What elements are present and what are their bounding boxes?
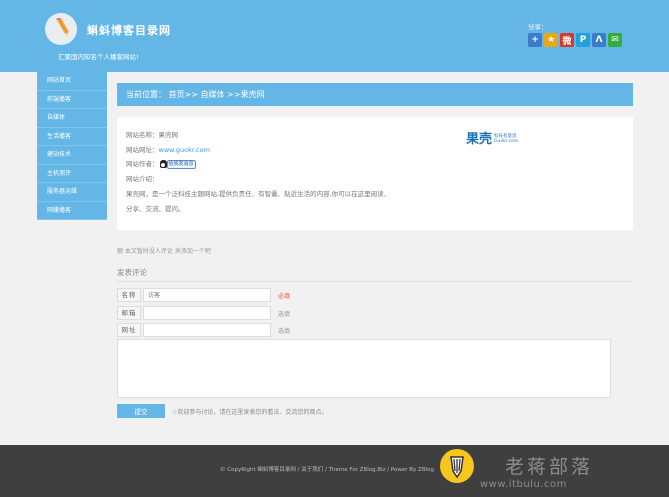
- guokr-logo-sub2: Guokr.com: [494, 139, 519, 144]
- site-intro-text: 果壳网，是一个泛科技主题网站,提供负责任、有智囊、贴近生活的内容,你可以在这里阅…: [126, 190, 391, 198]
- breadcrumb: 当前位置： 首页>> 自媒体 >>果壳网: [117, 83, 633, 106]
- site-author-label: 网站作者：: [126, 160, 159, 168]
- guokr-logo: 果壳 科技有意思 Guokr.com: [466, 126, 534, 152]
- submit-button[interactable]: 提交: [117, 404, 165, 418]
- submit-hint: ☆欢迎参与讨论，请在这里发表您的看法、交流您的观点。: [172, 409, 328, 416]
- sidebar-item-3[interactable]: 生活播客: [37, 127, 107, 146]
- site-name-row: 网站名称：果壳网: [126, 129, 178, 139]
- site-intro-text-2: 分享、交流、提问。: [126, 205, 185, 213]
- site-author-row: 网站作者： 给我发消息: [126, 158, 196, 169]
- sidebar-item-6[interactable]: 服务器运维: [37, 183, 107, 202]
- sidebar-item-2[interactable]: 自媒体: [37, 109, 107, 128]
- qq-badge-label: 给我发消息: [166, 159, 196, 169]
- email-optional-note: 选填: [278, 311, 291, 318]
- name-field-label: 名称: [117, 288, 141, 302]
- url-optional-note: 选填: [278, 328, 291, 335]
- footer-copyright: © CopyRight 蝌蚪博客目录网 / 关于我们 / Theme For Z…: [220, 467, 434, 473]
- name-input[interactable]: [143, 288, 271, 302]
- plus-icon[interactable]: +: [528, 33, 542, 47]
- site-info-panel: 网站名称：果壳网 网站网址：www.guokr.com 网站作者： 给我发消息 网…: [117, 117, 633, 230]
- site-url-label: 网站网址：: [126, 146, 159, 154]
- sidebar-item-1[interactable]: 前端播客: [37, 90, 107, 109]
- share-label: 分享：: [528, 23, 548, 31]
- guokr-logo-text: 果壳: [466, 131, 493, 147]
- comment-divider: [117, 281, 633, 282]
- site-header: 蝌蚪博客目录网 汇聚国内知名个人播客网站! 分享： + ★ 微 P Λ ✉: [0, 0, 669, 72]
- site-name-label: 网站名称：: [126, 131, 159, 139]
- site-intro-label: 网站介绍：: [126, 175, 159, 183]
- weibo-icon[interactable]: 微: [560, 33, 574, 47]
- sidebar-item-4[interactable]: 建站技术: [37, 146, 107, 165]
- comment-textarea[interactable]: [117, 339, 611, 398]
- url-input[interactable]: [143, 323, 271, 337]
- star-icon[interactable]: ★: [544, 33, 558, 47]
- lambda-icon[interactable]: Λ: [592, 33, 606, 47]
- sidebar-item-5[interactable]: 主机测评: [37, 164, 107, 183]
- sidebar-item-0[interactable]: 网站首页: [37, 72, 107, 91]
- site-url-link[interactable]: www.guokr.com: [159, 146, 210, 154]
- comment-heading: 发表评论: [117, 268, 147, 277]
- sidebar-nav: 网站首页 前端播客 自媒体 生活播客 建站技术 主机测评 服务器运维 网赚播客: [37, 72, 107, 220]
- watermark-title: 老蒋部落: [505, 456, 594, 478]
- email-field-label: 邮箱: [117, 306, 141, 320]
- wechat-icon[interactable]: ✉: [608, 33, 622, 47]
- site-title[interactable]: 蝌蚪博客目录网: [87, 22, 171, 38]
- site-logo[interactable]: [45, 13, 77, 45]
- email-input[interactable]: [143, 306, 271, 320]
- no-comments-hint: 额 本文暂时没人评论 来添加一个吧: [117, 248, 211, 255]
- site-name-value: 果壳网: [158, 131, 179, 139]
- sidebar-item-7[interactable]: 网赚播客: [37, 201, 107, 220]
- qq-contact-button[interactable]: 给我发消息: [159, 159, 196, 169]
- pencil-icon: [56, 18, 69, 37]
- site-slogan: 汇聚国内知名个人播客网站!: [58, 53, 139, 61]
- watermark-logo-icon: [440, 449, 474, 483]
- url-field-label: 网址: [117, 323, 141, 337]
- share-icons: + ★ 微 P Λ ✉: [528, 33, 622, 47]
- p-icon[interactable]: P: [576, 33, 590, 47]
- watermark-url: www.itbulu.com: [480, 479, 567, 490]
- site-url-row: 网站网址：www.guokr.com: [126, 144, 210, 154]
- name-required-note: 必填: [278, 293, 291, 300]
- qq-penguin-icon: [159, 160, 167, 168]
